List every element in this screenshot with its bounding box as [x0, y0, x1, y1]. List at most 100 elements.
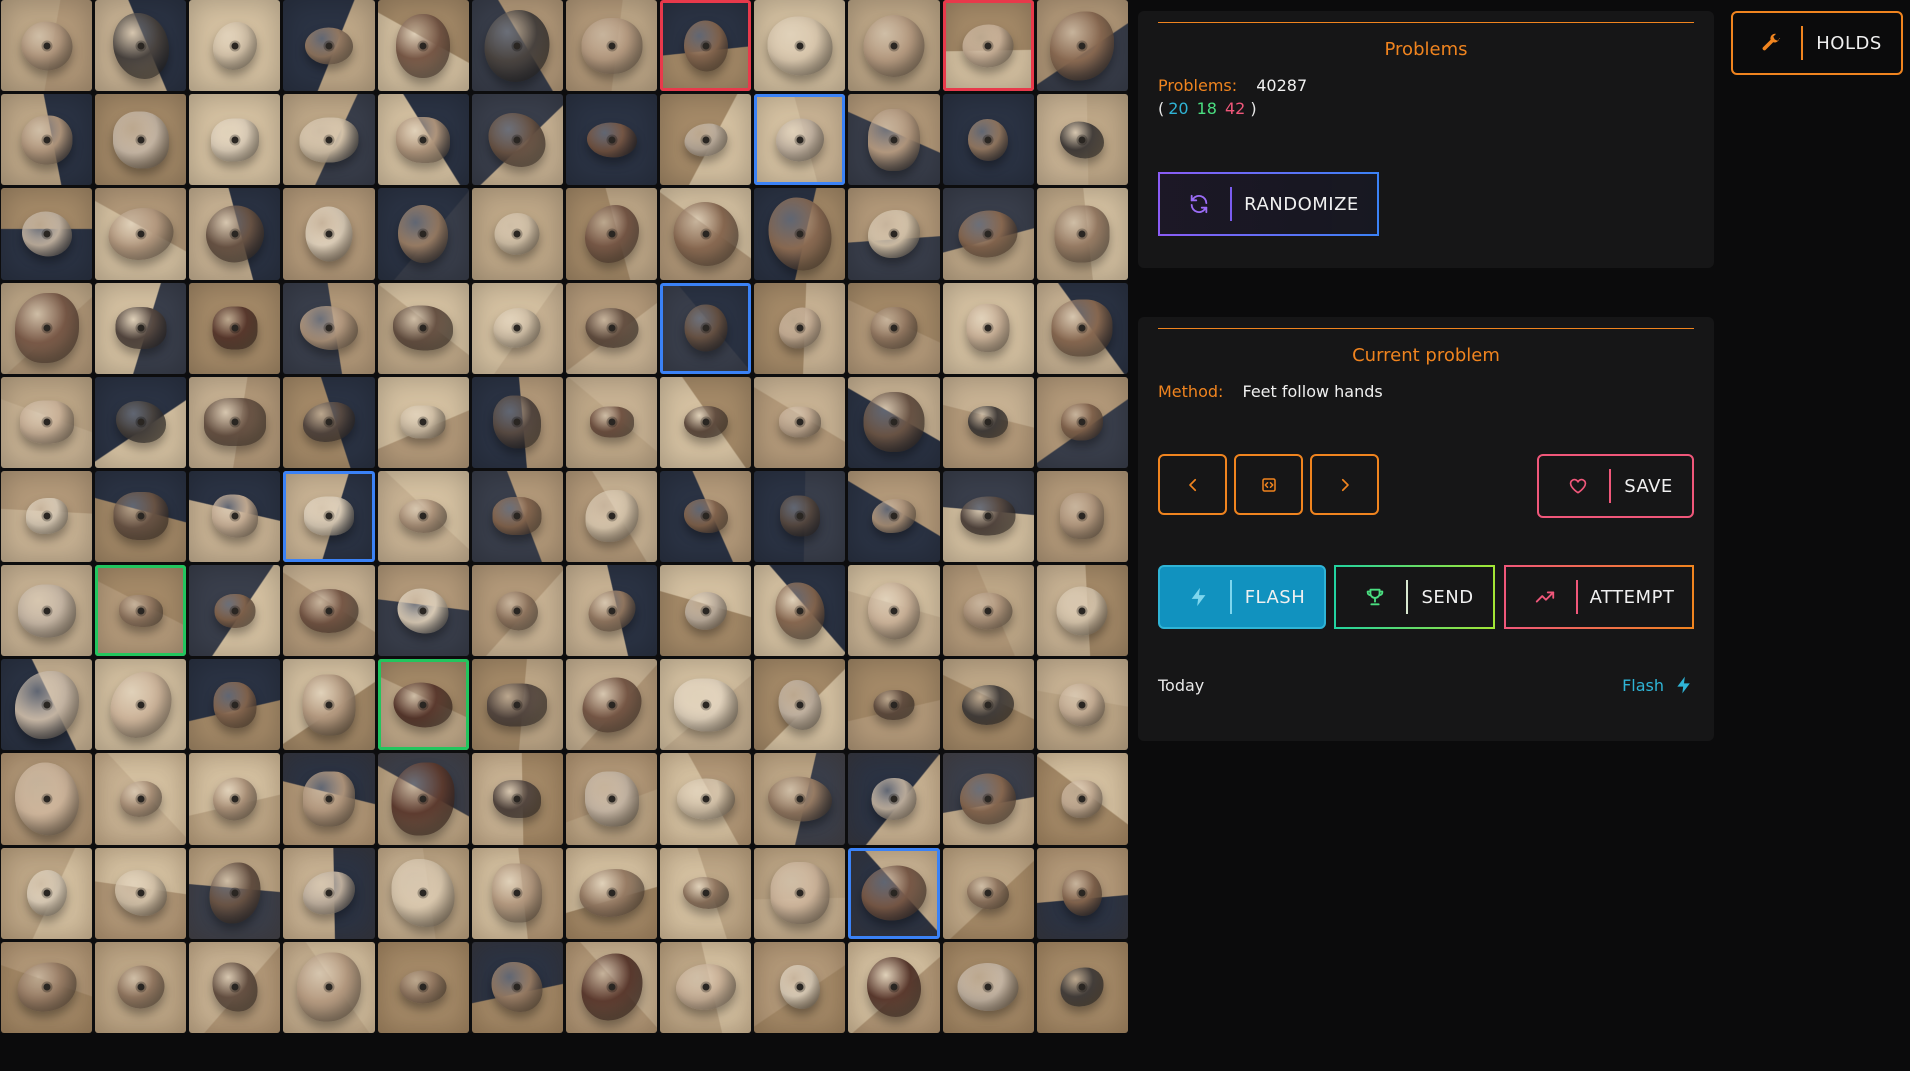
hold-cell[interactable]: [471, 282, 563, 374]
hold-cell[interactable]: [189, 282, 281, 374]
hold-cell[interactable]: [1036, 659, 1128, 751]
hold-cell[interactable]: [942, 659, 1034, 751]
hold-cell[interactable]: [189, 376, 281, 468]
hold-cell[interactable]: [942, 941, 1034, 1033]
hold-cell[interactable]: [660, 941, 752, 1033]
hold-cell[interactable]: [565, 470, 658, 563]
hold-cell[interactable]: [283, 847, 375, 939]
hold-cell[interactable]: [377, 847, 469, 939]
hold-cell-selected[interactable]: [848, 847, 940, 939]
hold-cell[interactable]: [471, 847, 563, 939]
hold-cell[interactable]: [189, 659, 281, 751]
hold-cell[interactable]: [660, 847, 752, 939]
hold-cell[interactable]: [471, 0, 563, 92]
hold-cell[interactable]: [1, 753, 93, 845]
hold-cell[interactable]: [283, 659, 375, 751]
hold-cell[interactable]: [942, 470, 1034, 563]
hold-cell[interactable]: [189, 753, 281, 845]
hold-cell[interactable]: [848, 565, 940, 657]
previous-problem-button[interactable]: [1158, 454, 1227, 515]
send-button[interactable]: SEND: [1334, 565, 1495, 629]
hold-cell-selected[interactable]: [754, 94, 846, 186]
hold-cell[interactable]: [1, 376, 93, 468]
hold-cell[interactable]: [1036, 188, 1128, 280]
hold-cell[interactable]: [377, 753, 469, 845]
hold-cell[interactable]: [565, 847, 658, 939]
hold-cell[interactable]: [189, 941, 281, 1033]
hold-cell[interactable]: [848, 753, 940, 845]
next-problem-button[interactable]: [1310, 454, 1379, 515]
hold-cell[interactable]: [377, 0, 469, 92]
hold-cell[interactable]: [565, 188, 658, 280]
hold-cell[interactable]: [754, 470, 846, 563]
holds-button[interactable]: HOLDS: [1731, 11, 1903, 75]
hold-cell[interactable]: [848, 188, 940, 280]
hold-cell[interactable]: [565, 753, 658, 845]
hold-cell[interactable]: [754, 188, 846, 280]
hold-cell[interactable]: [95, 753, 187, 845]
hold-cell[interactable]: [471, 470, 563, 563]
hold-cell[interactable]: [942, 565, 1034, 657]
hold-cell[interactable]: [565, 0, 658, 92]
hold-cell[interactable]: [283, 941, 375, 1033]
hold-cell[interactable]: [1, 847, 93, 939]
hold-cell[interactable]: [660, 565, 752, 657]
hold-cell[interactable]: [189, 0, 281, 92]
hold-cell[interactable]: [754, 753, 846, 845]
hold-cell[interactable]: [1036, 753, 1128, 845]
hold-cell[interactable]: [754, 659, 846, 751]
hold-cell[interactable]: [1036, 941, 1128, 1033]
save-button[interactable]: SAVE: [1537, 454, 1694, 518]
hold-cell[interactable]: [377, 941, 469, 1033]
hold-cell[interactable]: [942, 188, 1034, 280]
hold-cell-selected[interactable]: [660, 282, 752, 374]
hold-cell[interactable]: [660, 753, 752, 845]
mirror-problem-button[interactable]: [1234, 454, 1303, 515]
hold-cell[interactable]: [377, 94, 469, 186]
randomize-button[interactable]: RANDOMIZE: [1158, 172, 1379, 236]
hold-cell[interactable]: [848, 470, 940, 563]
hold-cell[interactable]: [95, 470, 187, 563]
hold-cell-selected[interactable]: [942, 0, 1034, 92]
hold-cell[interactable]: [1, 659, 93, 751]
hold-cell[interactable]: [942, 94, 1034, 186]
hold-cell[interactable]: [942, 282, 1034, 374]
hold-cell[interactable]: [754, 282, 846, 374]
hold-cell[interactable]: [1036, 565, 1128, 657]
hold-cell[interactable]: [471, 659, 563, 751]
hold-cell[interactable]: [95, 188, 187, 280]
hold-cell[interactable]: [377, 282, 469, 374]
hold-cell[interactable]: [471, 94, 563, 186]
hold-cell[interactable]: [848, 282, 940, 374]
hold-cell[interactable]: [1, 470, 93, 563]
hold-cell[interactable]: [1, 941, 93, 1033]
hold-cell[interactable]: [471, 376, 563, 468]
hold-cell[interactable]: [189, 470, 281, 563]
hold-cell[interactable]: [848, 94, 940, 186]
hold-cell[interactable]: [754, 376, 846, 468]
hold-cell[interactable]: [848, 941, 940, 1033]
hold-cell[interactable]: [283, 0, 375, 92]
hold-cell-selected[interactable]: [377, 659, 469, 751]
hold-cell[interactable]: [1036, 0, 1128, 92]
hold-cell[interactable]: [754, 941, 846, 1033]
hold-cell[interactable]: [1036, 470, 1128, 563]
hold-cell[interactable]: [283, 282, 375, 374]
hold-cell[interactable]: [377, 565, 469, 657]
hold-cell[interactable]: [1, 282, 93, 374]
hold-cell[interactable]: [660, 188, 752, 280]
hold-cell[interactable]: [1036, 847, 1128, 939]
hold-cell[interactable]: [565, 282, 658, 374]
hold-cell[interactable]: [471, 188, 563, 280]
hold-cell[interactable]: [754, 565, 846, 657]
hold-cell[interactable]: [848, 0, 940, 92]
hold-cell[interactable]: [1, 565, 93, 657]
hold-cell[interactable]: [377, 188, 469, 280]
hold-cell[interactable]: [1, 188, 93, 280]
hold-cell[interactable]: [95, 94, 187, 186]
hold-cell[interactable]: [95, 659, 187, 751]
flash-button[interactable]: FLASH: [1158, 565, 1326, 629]
hold-cell[interactable]: [95, 847, 187, 939]
hold-cell[interactable]: [942, 847, 1034, 939]
hold-cell[interactable]: [754, 0, 846, 92]
